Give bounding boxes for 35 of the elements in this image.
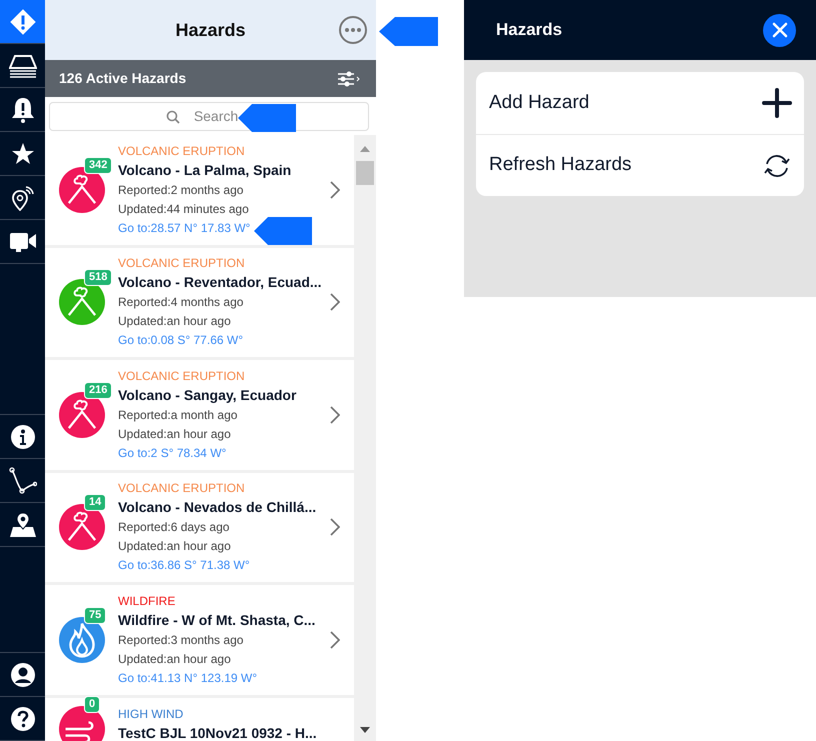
hazard-category: HIGH WIND: [118, 706, 184, 722]
hazard-category: VOLCANIC ERUPTION: [118, 368, 246, 384]
hazard-category: VOLCANIC ERUPTION: [118, 480, 246, 496]
reported-text: Reported:a month ago: [118, 406, 238, 424]
updated-text: Updated:an hour ago: [118, 313, 232, 330]
reported-text: Reported:4 months ago: [118, 294, 244, 312]
hazard-item[interactable]: 14 VOLCANIC ERUPTION Volcano - Nevados de Chillá... Reported:6 days ago Updated:an hour ago Go to:36.86 S° 71.38 W°: [45, 472, 354, 585]
updated-text: Updated:an hour ago: [118, 538, 232, 556]
hazard-title: Volcano - La Palma, Spain: [118, 160, 292, 180]
hazard-title: Volcano - Reventador, Ecuad...: [118, 273, 323, 292]
panel-title: Hazards: [175, 18, 246, 42]
hazard-category: VOLCANIC ERUPTION: [118, 255, 246, 272]
reported-text: Reported:6 days ago: [118, 519, 230, 536]
count-badge: 216: [84, 382, 112, 399]
menu-item[interactable]: Add Hazard: [476, 72, 804, 134]
count-badge: 75: [84, 606, 106, 624]
hazard-title: Wildfire - W of Mt. Shasta, C...: [118, 610, 316, 630]
search-field[interactable]: Search: [49, 102, 369, 130]
updated-text: Updated:an hour ago: [118, 426, 232, 443]
hazard-title: Volcano - Nevados de Chillá...: [118, 498, 318, 518]
menu-item[interactable]: Refresh Hazards: [476, 134, 804, 196]
count-badge: 14: [84, 494, 106, 512]
menu-title: Hazards: [496, 19, 562, 42]
count-badge: 342: [84, 156, 112, 174]
updated-text: Updated:an hour ago: [118, 650, 232, 668]
count-label: 126 Active Hazards: [59, 69, 186, 88]
reported-text: Reported:2 months ago: [118, 182, 244, 199]
hazard-title: TestC BJL 10Nov21 0932 - H...: [118, 724, 318, 741]
hazard-category: WILDFIRE: [118, 592, 176, 609]
updated-text: Updated:44 minutes ago: [118, 200, 250, 218]
count-badge: 518: [84, 269, 112, 286]
hazard-category: VOLCANIC ERUPTION: [118, 142, 246, 159]
count-badge: 0: [84, 696, 100, 712]
reported-text: Reported:3 months ago: [118, 632, 244, 649]
hazard-title: Volcano - Sangay, Ecuador: [118, 386, 298, 405]
